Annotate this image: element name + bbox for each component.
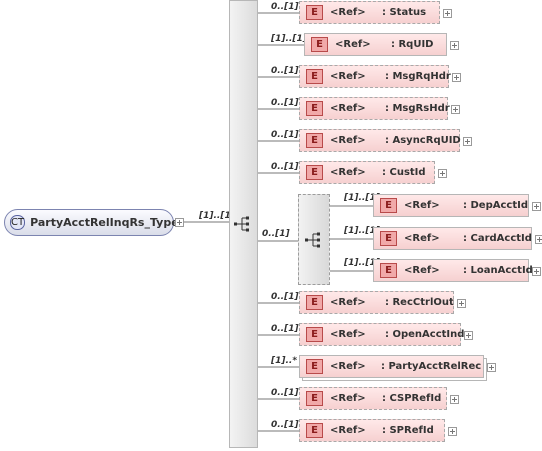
complex-type-icon: CT <box>10 215 26 230</box>
expand-icon[interactable] <box>450 395 459 404</box>
ref-label: <Ref> <box>330 103 366 114</box>
ref-label: <Ref> <box>330 361 366 372</box>
element-name: : RqUID <box>391 39 434 50</box>
element-name: : OpenAcctInd <box>385 329 465 340</box>
element-cardinality: 0..[1] <box>271 2 299 12</box>
element-icon: E <box>306 327 323 342</box>
expand-icon[interactable] <box>175 218 184 227</box>
element-icon: E <box>306 423 323 438</box>
choice-icon <box>305 232 320 248</box>
element-cardinality: [1]..* <box>271 356 298 366</box>
ref-label: <Ref> <box>330 393 366 404</box>
element-cardinality: 0..[1] <box>271 324 299 334</box>
ref-label: <Ref> <box>404 233 440 244</box>
element-name: : CardAcctId <box>463 233 532 244</box>
element-icon: E <box>306 359 323 374</box>
ref-label: <Ref> <box>330 297 366 308</box>
choice-element-box[interactable]: E <Ref> : CardAcctId <box>373 227 532 250</box>
ref-element-box[interactable]: E <Ref> : OpenAcctInd <box>299 323 465 346</box>
ref-label: <Ref> <box>330 329 366 340</box>
element-icon: E <box>380 231 397 246</box>
element-name: : LoanAcctId <box>463 265 533 276</box>
element-cardinality: 0..[1] <box>271 130 299 140</box>
ref-element-box[interactable]: E <Ref> : MsgRqHdr <box>299 65 451 88</box>
ref-label: <Ref> <box>330 71 366 82</box>
ref-element-box[interactable]: E <Ref> : Status <box>299 1 440 24</box>
element-icon: E <box>306 101 323 116</box>
ref-label: <Ref> <box>330 7 366 18</box>
sequence-icon <box>234 216 249 232</box>
ref-label: <Ref> <box>330 425 366 436</box>
element-cardinality: 0..[1] <box>271 66 299 76</box>
element-name: : RecCtrlOut <box>385 297 454 308</box>
ref-label: <Ref> <box>330 167 366 178</box>
expand-icon[interactable] <box>438 169 447 178</box>
expand-icon[interactable] <box>532 267 541 276</box>
element-cardinality: 0..[1] <box>271 420 299 430</box>
element-icon: E <box>306 295 323 310</box>
ref-element-box[interactable]: E <Ref> : SPRefId <box>299 419 445 442</box>
element-name: : PartyAcctRelRec <box>381 361 482 372</box>
expand-icon[interactable] <box>464 331 473 340</box>
expand-icon[interactable] <box>448 427 457 436</box>
expand-icon[interactable] <box>457 299 466 308</box>
choice-element-box[interactable]: E <Ref> : LoanAcctId <box>373 259 533 282</box>
element-icon: E <box>306 5 323 20</box>
element-icon: E <box>306 133 323 148</box>
expand-icon[interactable] <box>463 137 472 146</box>
element-name: : DepAcctId <box>463 200 528 211</box>
element-icon: E <box>306 165 323 180</box>
ref-element-box[interactable]: E <Ref> : MsgRsHdr <box>299 97 450 120</box>
choice-element-box[interactable]: E <Ref> : DepAcctId <box>373 194 529 217</box>
element-icon: E <box>306 69 323 84</box>
expand-icon[interactable] <box>451 105 460 114</box>
expand-icon[interactable] <box>443 9 452 18</box>
expand-icon[interactable] <box>532 202 541 211</box>
ref-element-box[interactable]: E <Ref> : AsyncRqUID <box>299 129 461 152</box>
ref-label: <Ref> <box>330 135 366 146</box>
element-name: : CustId <box>382 167 426 178</box>
element-cardinality: 0..[1] <box>271 292 299 302</box>
element-icon: E <box>306 391 323 406</box>
element-icon: E <box>311 37 328 52</box>
element-name: : MsgRqHdr <box>385 71 451 82</box>
element-icon: E <box>380 263 397 278</box>
ref-element-box[interactable]: E <Ref> : CSPRefId <box>299 387 447 410</box>
ref-label: <Ref> <box>404 200 440 211</box>
expand-icon[interactable] <box>452 73 461 82</box>
ref-label: <Ref> <box>335 39 371 50</box>
expand-icon[interactable] <box>487 363 496 372</box>
expand-icon[interactable] <box>450 41 459 50</box>
ref-element-box[interactable]: E <Ref> : CustId <box>299 161 435 184</box>
ref-element-box[interactable]: E <Ref> : RecCtrlOut <box>299 291 454 314</box>
choice-cardinality: 0..[1] <box>262 229 290 239</box>
element-name: : CSPRefId <box>382 393 442 404</box>
ref-element-box[interactable]: E <Ref> : RqUID <box>304 33 447 56</box>
element-cardinality: 0..[1] <box>271 162 299 172</box>
ref-label: <Ref> <box>404 265 440 276</box>
element-name: : Status <box>382 7 427 18</box>
element-cardinality: [1]..[1] <box>271 34 307 44</box>
element-name: : AsyncRqUID <box>385 135 461 146</box>
element-name: : SPRefId <box>382 425 434 436</box>
element-name: : MsgRsHdr <box>385 103 450 114</box>
complex-type-box[interactable]: CT PartyAcctRelInqRs_Type <box>4 209 179 236</box>
element-cardinality: 0..[1] <box>271 98 299 108</box>
expand-icon[interactable] <box>535 235 542 244</box>
complex-type-name: PartyAcctRelInqRs_Type <box>30 216 179 229</box>
ref-element-box[interactable]: E <Ref> : PartyAcctRelRec <box>299 355 484 378</box>
element-icon: E <box>380 198 397 213</box>
element-cardinality: 0..[1] <box>271 388 299 398</box>
